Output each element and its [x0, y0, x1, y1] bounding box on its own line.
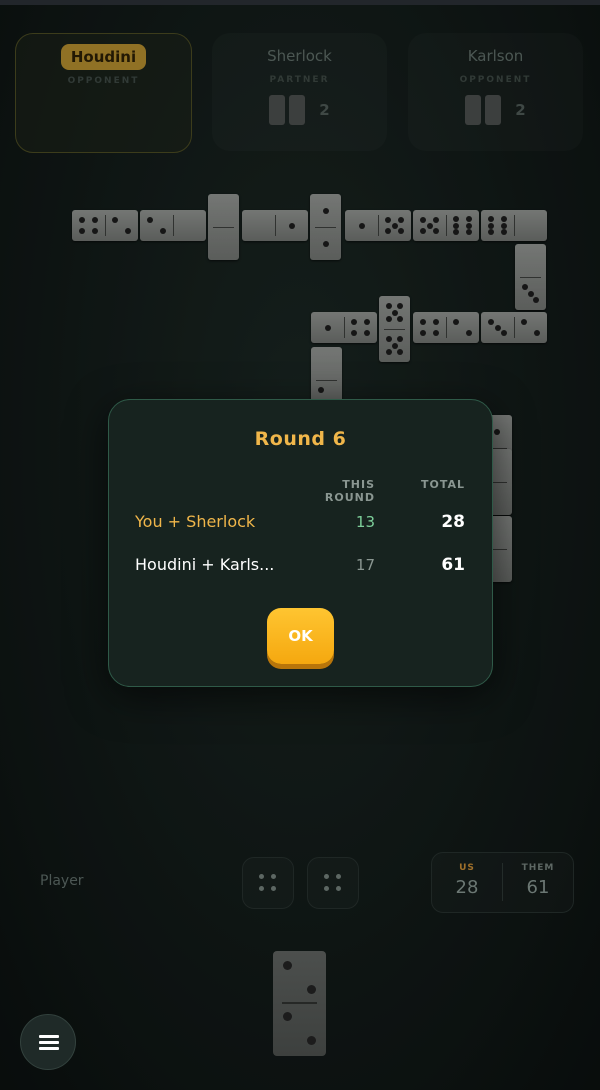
score-them-value: 61: [526, 877, 550, 898]
team-name-us: You + Sherlock: [135, 512, 256, 531]
this-round-them: 17: [355, 556, 375, 574]
pip: [259, 886, 264, 891]
this-round-us: 13: [355, 513, 375, 531]
domino-divider: [282, 1002, 317, 1004]
round-summary-dialog: Round 6 THIS ROUND TOTAL You + Sherlock …: [108, 399, 493, 687]
menu-bar: [39, 1047, 59, 1050]
col-header-total: TOTAL: [420, 478, 465, 491]
pip: [324, 874, 329, 879]
menu-icon[interactable]: [20, 1014, 76, 1070]
menu-bar: [39, 1041, 59, 1044]
pip: [283, 1012, 292, 1021]
scoreboard: US 28 THEM 61: [431, 852, 574, 913]
dice-icon[interactable]: [242, 857, 294, 909]
ok-button[interactable]: OK: [267, 608, 334, 664]
score-us-label: US: [459, 863, 475, 873]
pip: [271, 874, 276, 879]
dice-icon[interactable]: [307, 857, 359, 909]
total-them: 61: [441, 555, 465, 575]
pip: [307, 1036, 316, 1045]
score-them: THEM 61: [503, 863, 573, 898]
dialog-title: Round 6: [254, 428, 347, 450]
team-name-them: Houdini + Karls...: [135, 555, 275, 574]
score-us: US 28: [432, 863, 502, 898]
col-header-this-round: THIS ROUND: [324, 478, 375, 504]
pip: [259, 874, 264, 879]
score-them-label: THEM: [521, 863, 555, 873]
pip: [283, 961, 292, 970]
pip: [336, 874, 341, 879]
player-label: Player: [40, 873, 84, 889]
menu-bar: [39, 1035, 59, 1038]
pip: [324, 886, 329, 891]
pip: [271, 886, 276, 891]
total-us: 28: [441, 512, 465, 532]
hand-domino[interactable]: [273, 951, 326, 1056]
score-us-value: 28: [455, 877, 479, 898]
pip: [336, 886, 341, 891]
pip: [307, 985, 316, 994]
